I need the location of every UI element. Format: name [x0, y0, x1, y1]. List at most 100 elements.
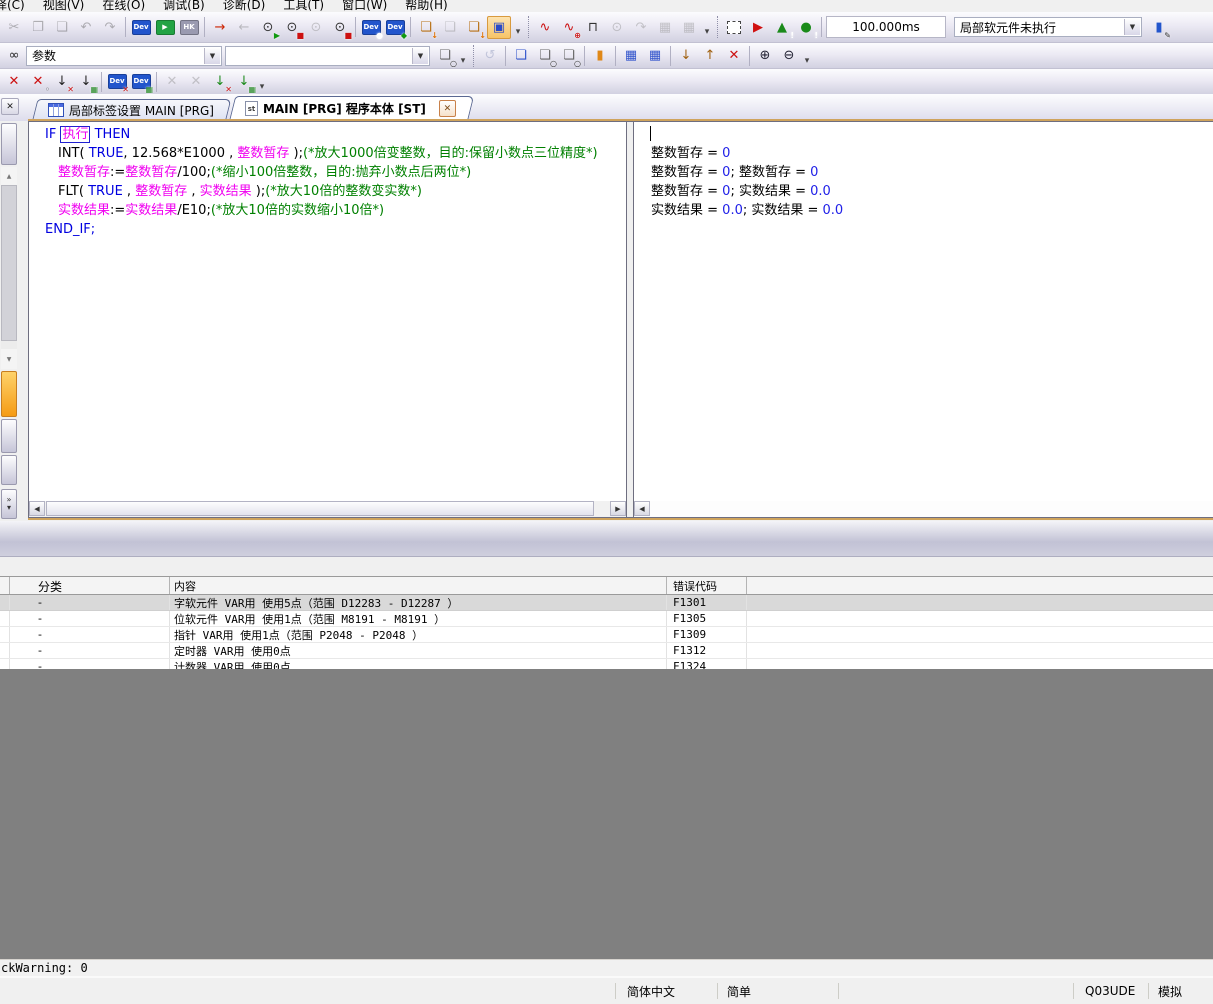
- device-exec-combo[interactable]: 局部软元件未执行▼: [954, 17, 1142, 37]
- st-code-editor-pane[interactable]: IF 执行 THENINT( TRUE, 12.568*E1000 , 整数暂存…: [28, 122, 627, 501]
- chevron-down-icon[interactable]: ▼: [1124, 19, 1140, 35]
- strip-button[interactable]: [1, 123, 17, 165]
- code-line[interactable]: IF 执行 THEN: [45, 125, 626, 144]
- scroll-left-button[interactable]: ◀: [634, 501, 650, 516]
- device-find-icon[interactable]: Dev: [130, 17, 152, 38]
- strip-scrollbar-track[interactable]: [1, 185, 17, 349]
- program-body-icon[interactable]: ▮: [589, 45, 611, 66]
- table-row[interactable]: -定时器 VAR用 使用0点F1312: [0, 643, 1213, 659]
- buffer-find-icon[interactable]: HK: [178, 17, 200, 38]
- code-line[interactable]: END_IF;: [45, 220, 626, 239]
- write-verify-icon[interactable]: ❏↓: [463, 17, 485, 38]
- monitor-pane-hscrollbar[interactable]: ◀: [633, 501, 1213, 517]
- square-wave-icon[interactable]: ⊓: [582, 17, 604, 38]
- zoom-out-icon[interactable]: ⊖: [778, 45, 800, 66]
- unused-label-delete-icon[interactable]: ✕: [3, 71, 25, 92]
- assign-gray1-icon[interactable]: ✕: [161, 71, 183, 92]
- paste-icon[interactable]: ❏: [51, 17, 73, 38]
- watch-gray1-icon[interactable]: ▦: [654, 17, 676, 38]
- toolbar-overflow-chevron[interactable]: ▾: [256, 71, 268, 93]
- dock-close-button[interactable]: ✕: [1, 98, 19, 115]
- green-assign-delete-icon[interactable]: ↓✕: [209, 71, 231, 92]
- device-batch-monitor-icon[interactable]: Dev◆: [384, 17, 406, 38]
- toolbar-overflow-chevron[interactable]: ▾: [512, 16, 524, 38]
- strip-scrollbar-thumb[interactable]: [1, 185, 17, 341]
- toolbar-overflow-chevron[interactable]: ▾: [701, 16, 713, 38]
- device-monitor-icon[interactable]: Dev●: [360, 17, 382, 38]
- screen-find-icon[interactable]: ▶: [154, 17, 176, 38]
- green-assign-table-icon[interactable]: ↓▦: [233, 71, 255, 92]
- monitor-start-icon[interactable]: ⊙▶: [257, 17, 279, 38]
- scrollbar-track[interactable]: [650, 501, 1213, 517]
- tab-close-button[interactable]: ✕: [439, 100, 456, 117]
- trace-gray2-icon[interactable]: ↷: [630, 17, 652, 38]
- strip-button[interactable]: [1, 419, 17, 453]
- copy-icon[interactable]: ❐: [27, 17, 49, 38]
- tab-main-program-body[interactable]: MAIN [PRG] 程序本体 [ST] ✕: [229, 96, 468, 121]
- run-flag-icon[interactable]: ▶: [747, 17, 769, 38]
- menu-item[interactable]: 窗口(W): [333, 0, 396, 12]
- cut-icon[interactable]: ✂: [3, 17, 25, 38]
- strip-highlighted-button[interactable]: [1, 371, 17, 417]
- strip-scroll-down-button[interactable]: ▼: [1, 349, 17, 369]
- undo-build-icon[interactable]: ↺: [479, 45, 501, 66]
- code-pane-hscrollbar[interactable]: ◀ ▶: [28, 501, 627, 517]
- monitor-value-pane[interactable]: 整数暂存 = 0整数暂存 = 0; 整数暂存 = 0整数暂存 = 0; 实数结果…: [633, 122, 1213, 501]
- table-row[interactable]: -指针 VAR用 使用1点（范围 P2048 - P2048 ）F1309: [0, 627, 1213, 643]
- build-icon[interactable]: ❏: [510, 45, 532, 66]
- scrollbar-track[interactable]: [594, 501, 610, 517]
- read-from-plc-icon[interactable]: ←: [233, 17, 255, 38]
- monitor-write-icon[interactable]: ⊙■: [329, 17, 351, 38]
- sampling-trace-icon[interactable]: ∿: [534, 17, 556, 38]
- scroll-right-button[interactable]: ▶: [610, 501, 626, 516]
- browse-document-icon[interactable]: ❏○: [434, 45, 456, 66]
- toolbar-overflow-chevron[interactable]: ▾: [457, 45, 469, 67]
- device-assign-table-icon[interactable]: Dev▦: [130, 71, 152, 92]
- table-row[interactable]: -字软元件 VAR用 使用5点（范围 D12283 - D12287 ）F130…: [0, 595, 1213, 611]
- monitor-mode-icon[interactable]: ▣: [487, 16, 511, 39]
- doc-find2-icon[interactable]: ❏○: [558, 45, 580, 66]
- find-target-combo[interactable]: 参数▼: [26, 46, 222, 66]
- chevron-down-icon[interactable]: ▼: [204, 48, 220, 64]
- auto-assign-table-icon[interactable]: ↓▦: [75, 71, 97, 92]
- write-to-plc-icon[interactable]: →: [209, 17, 231, 38]
- auto-assign-delete-icon[interactable]: ↓✕: [51, 71, 73, 92]
- menu-item[interactable]: 在线(O): [93, 0, 154, 12]
- assign-gray2-icon[interactable]: ✕: [185, 71, 207, 92]
- comment-down-icon[interactable]: ↓: [675, 45, 697, 66]
- redo-icon[interactable]: ↷: [99, 17, 121, 38]
- strip-more-button[interactable]: »▾: [1, 489, 17, 519]
- comment-delete-icon[interactable]: ✕: [723, 45, 745, 66]
- zoom-in-icon[interactable]: ⊕: [754, 45, 776, 66]
- menu-item[interactable]: 帮助(H): [396, 0, 456, 12]
- trace-gray1-icon[interactable]: ⊙: [606, 17, 628, 38]
- device-assign-delete-icon[interactable]: Dev✕: [106, 71, 128, 92]
- label-setting-delete-icon[interactable]: ✕◦: [27, 71, 49, 92]
- scroll-left-button[interactable]: ◀: [29, 501, 45, 516]
- doc-find1-icon[interactable]: ❏○: [534, 45, 556, 66]
- scrollbar-thumb[interactable]: [46, 501, 594, 516]
- chevron-down-icon[interactable]: ▼: [412, 48, 428, 64]
- selection-icon[interactable]: [723, 17, 745, 38]
- monitor-stop-icon[interactable]: ⊙■: [281, 17, 303, 38]
- strip-scroll-up-button[interactable]: ▲: [1, 167, 17, 185]
- device-list-icon[interactable]: ▦: [644, 45, 666, 66]
- error-check-icon[interactable]: ●!: [795, 17, 817, 38]
- menu-item[interactable]: 译(C): [0, 0, 34, 12]
- trace-point-icon[interactable]: ∿⊕: [558, 17, 580, 38]
- code-line[interactable]: FLT( TRUE , 整数暂存 , 实数结果 );(*放大10倍的整数变实数*…: [45, 182, 626, 201]
- table-row[interactable]: -位软元件 VAR用 使用1点（范围 M8191 - M8191 ）F1305: [0, 611, 1213, 627]
- warning-check-icon[interactable]: ▲!: [771, 17, 793, 38]
- watch-gray2-icon[interactable]: ▦: [678, 17, 700, 38]
- menu-item[interactable]: 工具(T): [274, 0, 333, 12]
- comment-up-icon[interactable]: ↑: [699, 45, 721, 66]
- menu-item[interactable]: 视图(V): [34, 0, 94, 12]
- menu-item[interactable]: 调试(B): [154, 0, 214, 12]
- undo-icon[interactable]: ↶: [75, 17, 97, 38]
- cross-reference-icon[interactable]: ▦: [620, 45, 642, 66]
- code-line[interactable]: 整数暂存:=整数暂存/100;(*缩小100倍整数，目的:抛弃小数点后两位*): [45, 163, 626, 182]
- code-line[interactable]: 实数结果:=实数结果/E10;(*放大10倍的实数缩小10倍*): [45, 201, 626, 220]
- verify-icon[interactable]: ❏↓: [415, 17, 437, 38]
- tab-local-label-setting[interactable]: 局部标签设置 MAIN [PRG]: [32, 99, 226, 121]
- find-text-combo[interactable]: ▼: [225, 46, 430, 66]
